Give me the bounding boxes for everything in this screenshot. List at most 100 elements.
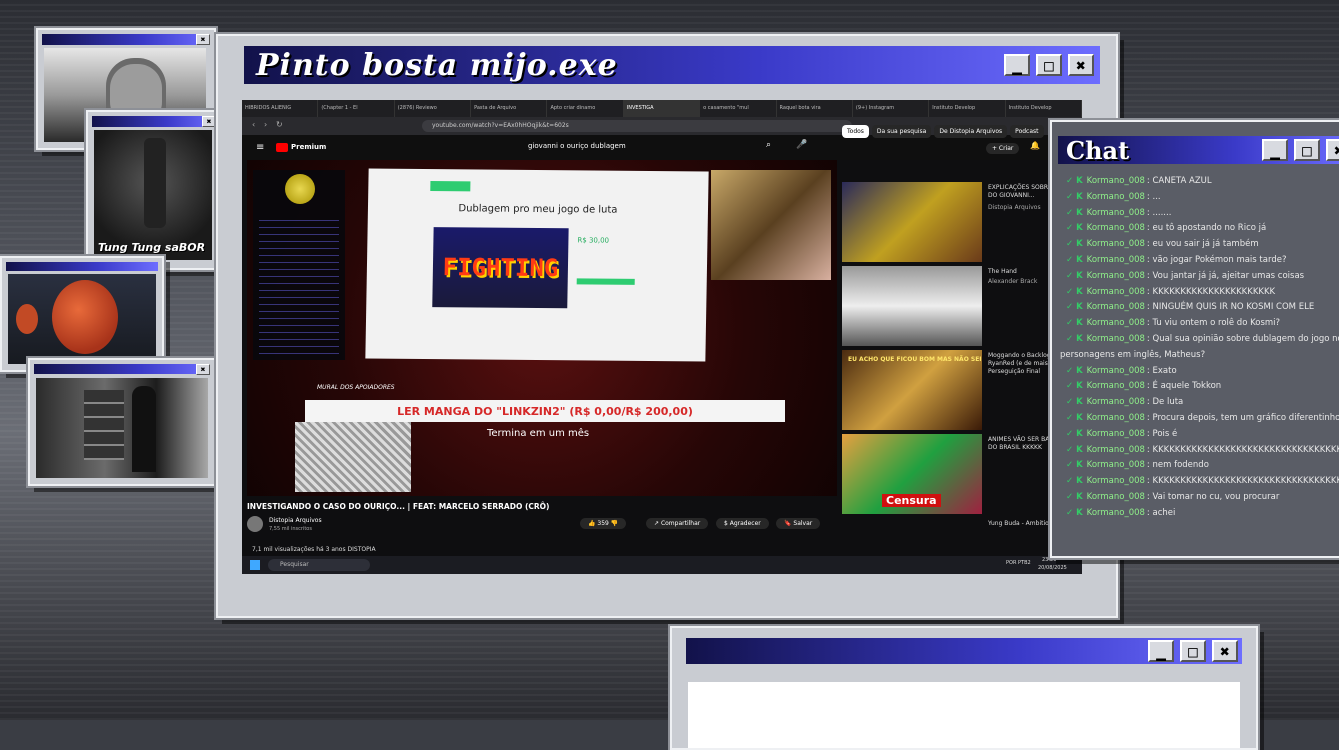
maximize-button[interactable]: □: [1036, 54, 1062, 76]
language-indicator: POR PTB2: [1006, 560, 1031, 566]
view-stats: 7,1 mil visualizações há 3 anos DISTOPIA: [252, 546, 376, 553]
related-thumb-1[interactable]: [842, 182, 982, 262]
minimize-button[interactable]: ▁: [1004, 54, 1030, 76]
search-icon[interactable]: ⌕: [766, 140, 771, 150]
browser-tab[interactable]: Raquel bota vira: [777, 100, 853, 117]
channel-avatar[interactable]: [247, 516, 263, 532]
webcam-window-2[interactable]: ✖ Tung Tung saBOR: [86, 110, 222, 270]
chat-titlebar[interactable]: Chat ▁ □ ✖: [1058, 136, 1339, 164]
chat-username[interactable]: Kormano_008: [1087, 476, 1145, 486]
chat-username[interactable]: Kormano_008: [1087, 271, 1145, 281]
share-button[interactable]: ↗ Compartilhar: [646, 518, 708, 529]
chat-message: ✓ KKormano_008: .......: [1066, 206, 1339, 222]
badge-icon: ✓ K: [1066, 413, 1083, 423]
goal-subtext: Termina em um mês: [487, 428, 589, 439]
badge-icon: ✓ K: [1066, 318, 1083, 328]
chat-username[interactable]: Kormano_008: [1087, 176, 1145, 186]
menu-icon[interactable]: ≡: [256, 142, 264, 153]
browser-tab[interactable]: Instituto Develop: [929, 100, 1005, 117]
chip-all[interactable]: Todos: [842, 125, 869, 138]
chat-username[interactable]: Kormano_008: [1087, 302, 1145, 312]
chat-username[interactable]: Kormano_008: [1087, 413, 1145, 423]
microphone-icon[interactable]: 🎤: [796, 140, 807, 150]
chat-username[interactable]: Kormano_008: [1087, 381, 1145, 391]
chat-username[interactable]: Kormano_008: [1087, 460, 1145, 470]
save-button[interactable]: 🔖 Salvar: [776, 518, 820, 529]
webcam-window-3[interactable]: [0, 256, 164, 372]
chat-username[interactable]: Kormano_008: [1087, 223, 1145, 233]
browser-tab-active[interactable]: INVESTIGA: [624, 100, 700, 117]
chip-channel[interactable]: De Distopia Arquivos: [934, 125, 1007, 138]
browser-tab[interactable]: (9+) Instagram: [853, 100, 929, 117]
chat-username[interactable]: Kormano_008: [1087, 508, 1145, 518]
search-query[interactable]: giovanni o ouriço dublagem: [528, 142, 626, 150]
badge-icon: ✓ K: [1066, 460, 1083, 470]
chat-username[interactable]: Kormano_008: [1087, 334, 1145, 344]
chat-message: ✓ KKormano_008: eu tô apostando no Rico …: [1066, 221, 1339, 237]
close-button[interactable]: ✖: [1068, 54, 1094, 76]
chat-message: ✓ KKormano_008: Vai tomar no cu, vou pro…: [1066, 490, 1339, 506]
main-titlebar[interactable]: Pinto bosta mijo.exe ▁ □ ✖: [244, 46, 1100, 84]
chip-podcast[interactable]: Podcast: [1010, 125, 1043, 138]
chip-search[interactable]: Da sua pesquisa: [872, 125, 931, 138]
close-button[interactable]: ✖: [1326, 139, 1339, 161]
browser-tab[interactable]: Apto criar dinamo: [547, 100, 623, 117]
chat-message: ✓ KKormano_008: Exato: [1066, 364, 1339, 380]
minimize-button[interactable]: ▁: [1262, 139, 1288, 161]
close-button[interactable]: ✖: [1212, 640, 1238, 662]
channel-name[interactable]: Distopia Arquivos: [269, 517, 322, 524]
back-icon[interactable]: ‹: [252, 120, 255, 129]
browser-tab[interactable]: (Chapter 1 - El: [318, 100, 394, 117]
badge-icon: ✓ K: [1066, 271, 1083, 281]
thanks-button[interactable]: $ Agradecer: [716, 518, 769, 529]
url-field[interactable]: youtube.com/watch?v=EAx0hHOqjik&t=602s: [422, 120, 852, 132]
video-title: INVESTIGANDO O CASO DO OURIÇO... | FEAT:…: [247, 502, 549, 511]
youtube-logo-icon[interactable]: [276, 143, 288, 152]
chat-username[interactable]: Kormano_008: [1087, 445, 1145, 455]
forward-icon[interactable]: ›: [264, 120, 267, 129]
notifications-icon[interactable]: 🔔: [1030, 141, 1040, 150]
maximize-button[interactable]: □: [1180, 640, 1206, 662]
chat-username[interactable]: Kormano_008: [1087, 192, 1145, 202]
chat-username[interactable]: Kormano_008: [1087, 397, 1145, 407]
chat-username[interactable]: Kormano_008: [1087, 429, 1145, 439]
chat-text: KKKKKKKKKKKKKKKKKKKKKKKKKKKKKKKKKKK: [1153, 445, 1339, 455]
webcam-window-4[interactable]: ✖: [28, 358, 216, 486]
close-icon[interactable]: ✖: [196, 364, 210, 375]
related-thumb-4[interactable]: Censura: [842, 434, 982, 514]
browser-tab[interactable]: o casamento "mul: [700, 100, 776, 117]
chat-username[interactable]: Kormano_008: [1087, 239, 1145, 249]
chat-text: Procura depois, tem um gráfico diferenti…: [1153, 413, 1339, 423]
taskbar-search[interactable]: Pesquisar: [268, 559, 370, 571]
empty-window[interactable]: ▁ □ ✖: [670, 626, 1258, 750]
close-icon[interactable]: ✖: [202, 116, 216, 127]
reload-icon[interactable]: ↻: [276, 120, 283, 129]
maximize-button[interactable]: □: [1294, 139, 1320, 161]
browser-tab[interactable]: (2876) Reviewo: [395, 100, 471, 117]
create-button[interactable]: + Criar: [986, 143, 1019, 154]
chat-message: ✓ KKormano_008: achei: [1066, 506, 1339, 522]
browser-tab[interactable]: HIBRIDOS ALIENIG: [242, 100, 318, 117]
video-player[interactable]: Dublagem pro meu jogo de luta FIGHTING R…: [247, 160, 837, 496]
chat-message: ✓ KKormano_008: ...: [1066, 190, 1339, 206]
like-button[interactable]: 👍 359 👎: [580, 518, 626, 529]
chat-username[interactable]: Kormano_008: [1087, 208, 1145, 218]
chat-username[interactable]: Kormano_008: [1087, 366, 1145, 376]
chat-username[interactable]: Kormano_008: [1087, 492, 1145, 502]
chat-username[interactable]: Kormano_008: [1087, 318, 1145, 328]
related-thumb-2[interactable]: [842, 266, 982, 346]
badge-icon: ✓ K: [1066, 429, 1083, 439]
close-icon[interactable]: ✖: [196, 34, 210, 45]
thumb-caption: Censura: [882, 494, 941, 507]
minimize-button[interactable]: ▁: [1148, 640, 1174, 662]
related-thumb-3[interactable]: EU ACHO QUE FICOU BOM MAS NÃO SEI: [842, 350, 982, 430]
start-icon[interactable]: [250, 560, 260, 570]
browser-tab[interactable]: Instituto Develop: [1006, 100, 1082, 117]
badge-icon: ✓ K: [1066, 176, 1083, 186]
browser-tab[interactable]: Pasta de Arquivo: [471, 100, 547, 117]
site-logo: [430, 181, 470, 191]
chat-username[interactable]: Kormano_008: [1087, 255, 1145, 265]
chat-username[interactable]: Kormano_008: [1087, 287, 1145, 297]
chat-window[interactable]: Chat ▁ □ ✖ ✓ KKormano_008: CANETA AZUL✓ …: [1050, 120, 1339, 558]
chat-text: personagens em inglês, Matheus?: [1060, 350, 1205, 360]
